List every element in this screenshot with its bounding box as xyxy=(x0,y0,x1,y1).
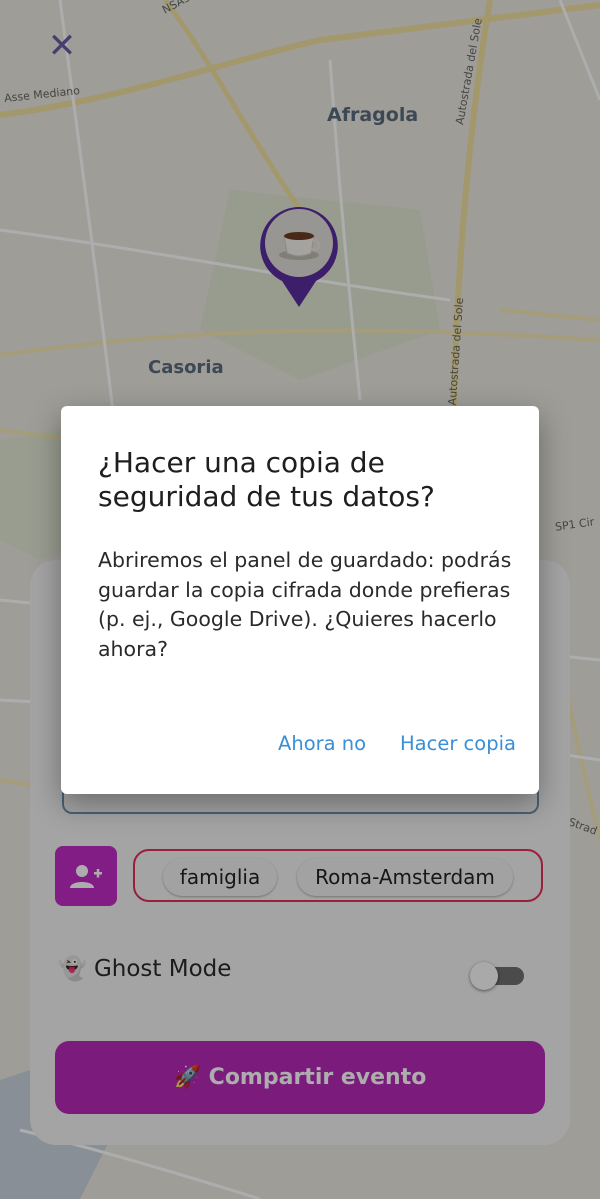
dialog-title: ¿Hacer una copia de seguridad de tus dat… xyxy=(98,446,435,513)
dialog-confirm-button[interactable]: Hacer copia xyxy=(400,732,516,755)
dialog-message: Abriremos el panel de guardado: podrás g… xyxy=(98,548,512,661)
dialog-cancel-button[interactable]: Ahora no xyxy=(278,732,366,755)
backup-dialog: ¿Hacer una copia de seguridad de tus dat… xyxy=(61,406,539,794)
